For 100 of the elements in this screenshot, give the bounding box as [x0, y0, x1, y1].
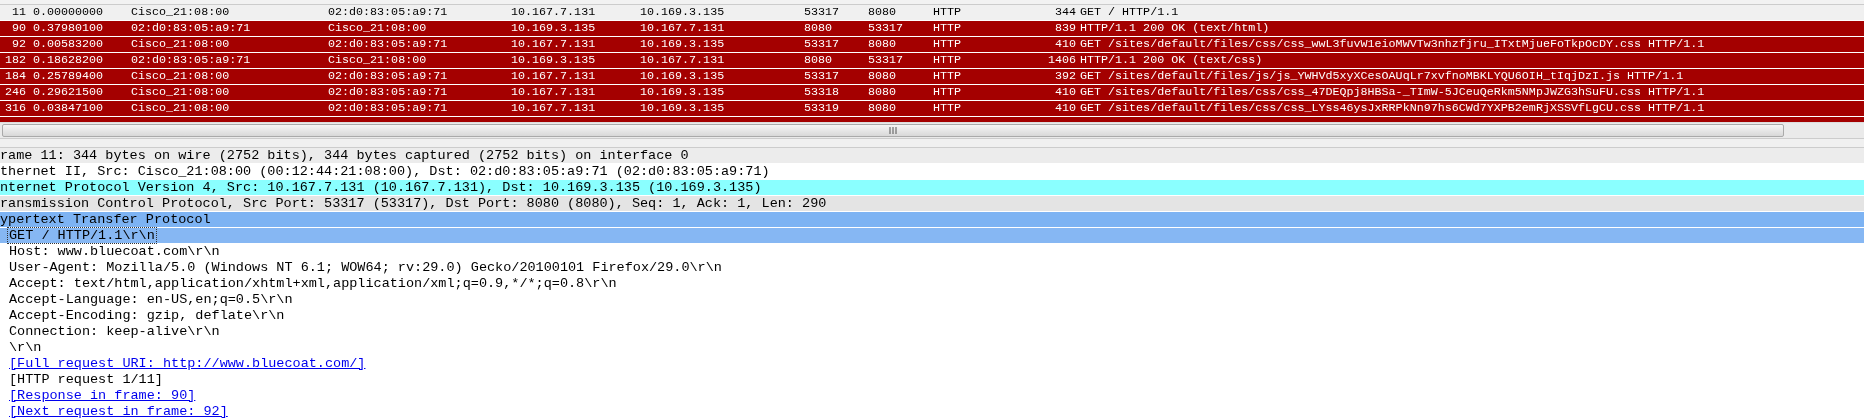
table-cell-text: 8080	[868, 85, 898, 100]
packet-number: 184	[3, 69, 26, 84]
tree-node[interactable]: ypertext Transfer Protocol	[0, 212, 1864, 228]
table-cell-text: 8080	[868, 37, 898, 52]
table-cell-text: 8080	[868, 101, 898, 116]
packet-row[interactable]: 11 0.00000000 Cisco_21:08:00 02:d0:83:05:a9:71 10.167.7.131 10.169.3.135 53317 8080 HTTP 344 GET / HTTP/1.1	[0, 5, 1864, 21]
info-cell-text: GET / HTTP/1.1	[1079, 5, 1179, 20]
tree-field[interactable]: Accept: text/html,application/xhtml+xml,application/xml;q=0.9,*/*;q=0.8\r\n	[8, 276, 618, 291]
table-cell-text: 10.167.7.131	[640, 53, 726, 68]
table-cell-text: 53318	[804, 85, 841, 100]
info-cell-text: GET /sites/default/files/js/js_YWHVd5xyXCesOAUqLr7xvfnoMBKLYQU6OIH_tIqjDzI.js HTTP/1.1	[1079, 69, 1684, 84]
table-cell-text: 53317	[804, 37, 841, 52]
tree-field[interactable]: Connection: keep-alive\r\n	[8, 324, 221, 339]
table-cell-text: 8080	[868, 69, 898, 84]
packet-row[interactable]: 92 0.00583200 Cisco_21:08:00 02:d0:83:05:a9:71 10.167.7.131 10.169.3.135 53317 8080 HTTP 410 GET /sites/default/files/css/css_wwL3fuvW1eioMWVTw3nhzfjru_ITxtMjueFoTkpOcDY.css HTTP/1.1	[0, 37, 1864, 53]
tree-node[interactable]: rame 11: 344 bytes on wire (2752 bits), 344 bytes captured (2752 bits) on interface 0	[0, 148, 1864, 164]
time-cell-text: 0.00000000	[32, 5, 105, 20]
packet-number: 316	[3, 101, 26, 116]
packet-number: 246	[3, 85, 26, 100]
table-cell-text: 10.169.3.135	[640, 69, 726, 84]
table-cell-text: 10.167.7.131	[511, 69, 597, 84]
table-cell-text: Cisco_21:08:00	[131, 5, 231, 20]
table-cell-text: 10.169.3.135	[511, 21, 597, 36]
table-cell-text: 53317	[804, 69, 841, 84]
table-cell-text: 8080	[804, 21, 834, 36]
length-cell-text: 392	[1053, 69, 1076, 84]
table-cell-text: 10.167.7.131	[511, 101, 597, 116]
protocol-cell-text: HTTP	[933, 37, 963, 52]
time-cell-text: 0.18628200	[32, 53, 105, 68]
length-cell-text: 1406	[1046, 53, 1076, 68]
table-cell-text: 10.167.7.131	[511, 5, 597, 20]
table-cell-text: 10.167.7.131	[511, 37, 597, 52]
length-cell-text: 839	[1053, 21, 1076, 36]
protocol-cell-text: HTTP	[933, 101, 963, 116]
packet-number: 92	[10, 37, 26, 52]
table-cell-text: 53317	[868, 53, 905, 68]
length-cell-text: 410	[1053, 37, 1076, 52]
table-cell-text: 02:d0:83:05:a9:71	[131, 21, 252, 36]
packet-row[interactable]: 182 0.18628200 02:d0:83:05:a9:71 Cisco_21:08:00 10.169.3.135 10.167.7.131 8080 53317 HTTP 1406 HTTP/1.1 200 OK (text/css)	[0, 53, 1864, 69]
tree-field[interactable]: \r\n	[8, 340, 43, 355]
table-cell-text: 10.169.3.135	[640, 5, 726, 20]
table-cell-text: Cisco_21:08:00	[131, 85, 231, 100]
table-cell-text: 10.169.3.135	[640, 85, 726, 100]
time-cell-text: 0.29621500	[32, 85, 105, 100]
time-cell-text: 0.03847100	[32, 101, 105, 116]
protocol-cell-text: HTTP	[933, 53, 963, 68]
table-cell-text: 02:d0:83:05:a9:71	[131, 53, 252, 68]
table-cell-text: 10.169.3.135	[511, 53, 597, 68]
table-cell-text: 53319	[804, 101, 841, 116]
time-cell-text: 0.37980100	[32, 21, 105, 36]
info-cell-text: GET /sites/default/files/css/css_LYss46ysJxRRPkNn97hs6CWd7YXPB2emRjXSSVfLgCU.css HTTP/1.1	[1079, 101, 1705, 116]
table-cell-text: 8080	[868, 5, 898, 20]
table-cell-text: 02:d0:83:05:a9:71	[328, 5, 449, 20]
table-cell-text: 10.169.3.135	[640, 101, 726, 116]
info-cell-text: HTTP/1.1 200 OK (text/css)	[1079, 53, 1263, 68]
table-cell-text: 10.167.7.131	[511, 85, 597, 100]
tree-link[interactable]: [Response in frame: 90]	[8, 388, 197, 403]
packet-row[interactable]: 246 0.29621500 Cisco_21:08:00 02:d0:83:05:a9:71 10.167.7.131 10.169.3.135 53318 8080 HTTP 410 GET /sites/default/files/css/css_47DEQpj8HBSa-_TImW-5JCeuQeRkm5NMpJWZG3hSuFU.css HTTP/1.1	[0, 85, 1864, 101]
table-cell-text: Cisco_21:08:00	[131, 101, 231, 116]
length-cell-text: 344	[1053, 5, 1076, 20]
tree-node[interactable]: nternet Protocol Version 4, Src: 10.167.7.131 (10.167.7.131), Dst: 10.169.3.135 (10.169.3.135)	[0, 180, 1864, 196]
table-cell-text: 53317	[868, 21, 905, 36]
table-cell-text: 53317	[804, 5, 841, 20]
protocol-cell-text: HTTP	[933, 85, 963, 100]
time-cell-text: 0.25789400	[32, 69, 105, 84]
tree-field[interactable]: User-Agent: Mozilla/5.0 (Windows NT 6.1; WOW64; rv:29.0) Gecko/20100101 Firefox/29.0\r\n	[8, 260, 723, 275]
tree-field[interactable]: Accept-Language: en-US,en;q=0.5\r\n	[8, 292, 294, 307]
protocol-cell-text: HTTP	[933, 69, 963, 84]
table-cell-text: Cisco_21:08:00	[328, 53, 428, 68]
grip-icon	[889, 127, 897, 134]
length-cell-text: 410	[1053, 85, 1076, 100]
table-cell-text: 02:d0:83:05:a9:71	[328, 69, 449, 84]
horizontal-scrollbar[interactable]	[0, 122, 1864, 139]
tree-link[interactable]: [Next request in frame: 92]	[8, 404, 229, 419]
protocol-cell-text: HTTP	[933, 5, 963, 20]
tree-field[interactable]: Accept-Encoding: gzip, deflate\r\n	[8, 308, 286, 323]
table-cell-text: 02:d0:83:05:a9:71	[328, 37, 449, 52]
table-cell-text: 8080	[804, 53, 834, 68]
table-cell-text: Cisco_21:08:00	[131, 37, 231, 52]
tree-link[interactable]: [Full request URI: http://www.bluecoat.com/]	[8, 356, 367, 371]
table-cell-text: 10.169.3.135	[640, 37, 726, 52]
packet-number: 11	[10, 5, 26, 20]
tree-field[interactable]: [HTTP request 1/11]	[8, 372, 164, 387]
tree-field[interactable]: GET / HTTP/1.1\r\n	[8, 228, 156, 243]
protocol-cell-text: HTTP	[933, 21, 963, 36]
table-cell-text: 02:d0:83:05:a9:71	[328, 85, 449, 100]
info-cell-text: GET /sites/default/files/css/css_wwL3fuvW1eioMWVTw3nhzfjru_ITxtMjueFoTkpOcDY.css HTTP/1.1	[1079, 37, 1705, 52]
tree-node[interactable]: ransmission Control Protocol, Src Port: 53317 (53317), Dst Port: 8080 (8080), Seq: 1, Ack: 1, Len: 290	[0, 196, 1864, 212]
packet-row[interactable]: 316 0.03847100 Cisco_21:08:00 02:d0:83:05:a9:71 10.167.7.131 10.169.3.135 53319 8080 HTTP 410 GET /sites/default/files/css/css_LYss46ysJxRRPkNn97hs6CWd7YXPB2emRjXSSVfLgCU.css HTTP/1.1	[0, 101, 1864, 117]
time-cell-text: 0.00583200	[32, 37, 105, 52]
info-cell-text: HTTP/1.1 200 OK (text/html)	[1079, 21, 1270, 36]
length-cell-text: 410	[1053, 101, 1076, 116]
table-cell-text: 02:d0:83:05:a9:71	[328, 101, 449, 116]
packet-row[interactable]: 90 0.37980100 02:d0:83:05:a9:71 Cisco_21:08:00 10.169.3.135 10.167.7.131 8080 53317 HTTP 839 HTTP/1.1 200 OK (text/html)	[0, 21, 1864, 37]
table-cell-text: 10.167.7.131	[640, 21, 726, 36]
packet-row[interactable]: 184 0.25789400 Cisco_21:08:00 02:d0:83:05:a9:71 10.167.7.131 10.169.3.135 53317 8080 HTTP 392 GET /sites/default/files/js/js_YWHVd5xyXCesOAUqLr7xvfnoMBKLYQU6OIH_tIqjDzI.js HTTP/1.1	[0, 69, 1864, 85]
pane-splitter[interactable]	[0, 139, 1864, 148]
tree-field[interactable]: Host: www.bluecoat.com\r\n	[8, 244, 221, 259]
info-cell-text: GET /sites/default/files/css/css_47DEQpj8HBSa-_TImW-5JCeuQeRkm5NMpJWZG3hSuFU.css HTTP/1.1	[1079, 85, 1705, 100]
table-cell-text: Cisco_21:08:00	[328, 21, 428, 36]
